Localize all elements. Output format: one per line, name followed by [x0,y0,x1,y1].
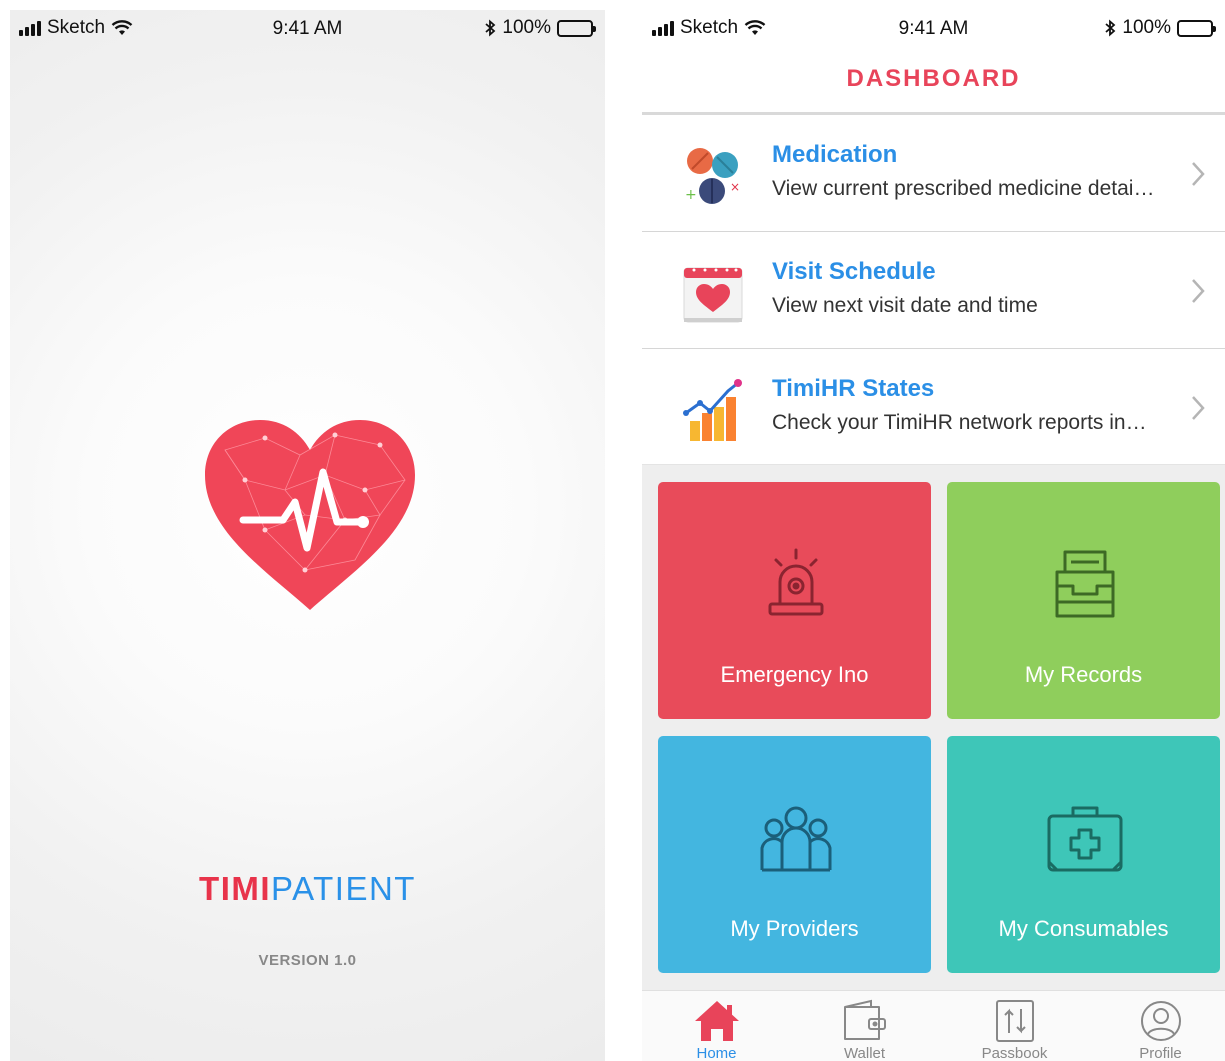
page-title: DASHBOARD [846,65,1021,92]
tab-home[interactable]: Home [644,991,789,1061]
people-group-icon [760,806,832,872]
tile-emergency-info[interactable]: Emergency Ino [658,482,931,719]
archive-drawer-icon [1055,550,1115,618]
status-bar: Sketch 9:41 AM 100% [10,10,605,50]
dashboard-screen: Sketch 9:41 AM 100% DASHBOARD + × Medica… [642,10,1225,1061]
battery-icon [557,19,596,37]
tab-wallet[interactable]: Wallet [792,991,937,1061]
list-item-description: View next visit date and time [772,294,1038,317]
tile-label: Emergency Ino [720,662,869,687]
tile-label: My Consumables [998,916,1169,941]
tile-my-providers[interactable]: My Providers [658,736,931,973]
list-item-title: Medication [772,141,898,168]
tile-label: My Providers [730,916,859,941]
tab-label: Home [696,1045,737,1061]
chevron-right-icon [1192,162,1205,186]
list-item-description: View current prescribed medicine detai… [772,177,1155,200]
dashboard-list: + × Medication View current prescribed m… [642,115,1225,465]
list-item-description: Check your TimiHR network reports in… [772,411,1147,434]
splash-screen: Sketch 9:41 AM 100% TIMIPATIENT VERSION … [10,10,605,1061]
list-item-medication[interactable]: + × Medication View current prescribed m… [642,115,1225,232]
calendar-heart-icon [683,267,743,323]
brand-wordmark: TIMIPATIENT [199,870,416,907]
wallet-icon [843,999,886,1040]
battery-percent: 100% [1122,17,1171,38]
chart-growth-icon [683,379,742,441]
tab-label: Profile [1139,1045,1182,1061]
heart-pulse-logo-icon [205,420,415,610]
version-label: VERSION 1.0 [258,952,357,969]
tab-profile[interactable]: Profile [1088,991,1225,1061]
tile-label: My Records [1024,662,1143,687]
tile-grid: Emergency Ino My Records My Providers My… [642,465,1225,990]
list-item-title: TimiHR States [772,375,935,402]
battery-percent: 100% [502,17,551,38]
siren-icon [768,548,824,616]
bluetooth-icon [1105,19,1116,37]
status-bar: Sketch 9:41 AM 100% [642,10,1225,50]
passbook-transfer-icon [995,1000,1034,1042]
tab-label: Wallet [843,1045,886,1061]
list-item-visit-schedule[interactable]: Visit Schedule View next visit date and … [642,232,1225,349]
tile-my-records[interactable]: My Records [947,482,1220,719]
user-circle-icon [1140,1001,1181,1041]
chevron-right-icon [1192,396,1205,420]
svg-text:×: × [730,180,740,194]
tab-passbook[interactable]: Passbook [942,991,1087,1061]
chevron-right-icon [1192,279,1205,303]
battery-icon [1177,19,1216,37]
pills-icon: + × [685,148,740,204]
home-icon [694,1001,739,1041]
bottom-tab-bar: Home Wallet Passbook Profile [642,990,1225,1061]
list-item-title: Visit Schedule [772,258,936,285]
svg-text:+: + [685,187,697,203]
tile-my-consumables[interactable]: My Consumables [947,736,1220,973]
medical-kit-icon [1047,806,1123,872]
tab-label: Passbook [981,1045,1048,1061]
bluetooth-icon [485,19,496,37]
list-item-timihr-states[interactable]: TimiHR States Check your TimiHR network … [642,349,1225,465]
